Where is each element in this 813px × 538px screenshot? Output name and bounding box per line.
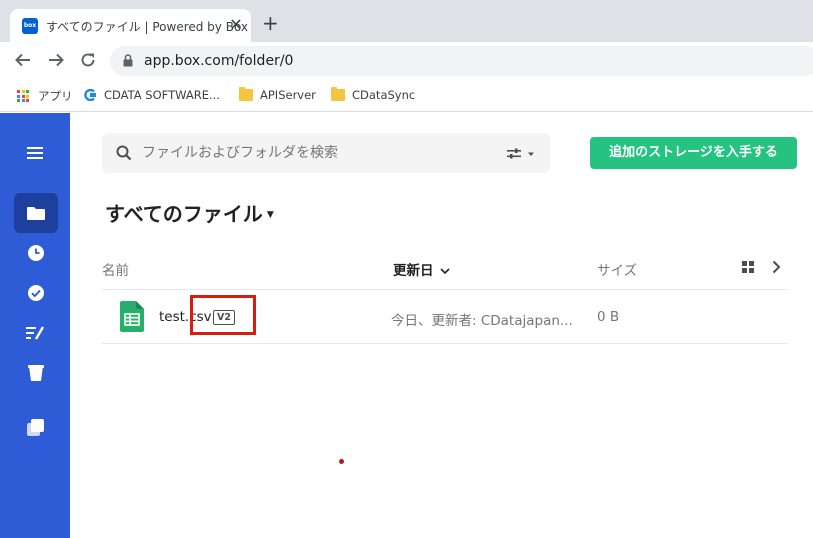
annotation-dot [339,459,344,464]
grid-view-icon[interactable] [742,261,754,277]
annotation-highlight-box [190,295,256,335]
main-content: 追加のストレージを入手する すべてのファイル ▼ 名前 更新日 サイズ test… [70,113,813,538]
menu-icon[interactable] [14,133,58,173]
folder-title[interactable]: すべてのファイル ▼ [105,198,274,227]
search-bar[interactable] [102,133,550,173]
sidebar [0,113,70,538]
synced-icon[interactable] [14,273,58,313]
file-updated: 今日、更新者: CDatajapan... [391,313,573,329]
chevron-right-icon[interactable] [771,260,781,278]
browser-tabstrip: box すべてのファイル | Powered by Box ✕ + [0,0,813,42]
spreadsheet-icon [120,301,144,332]
url-text: app.box.com/folder/0 [144,53,294,69]
apps-grid-icon [17,90,29,102]
folder-title-text: すべてのファイル [105,202,263,226]
bookmarks-bar: アプリ CDATA SOFTWARE... APIServer CDataSyn… [0,80,813,112]
chevron-down-icon: ▼ [266,210,274,220]
back-icon[interactable] [14,51,32,73]
box-favicon-icon: box [22,18,38,34]
collections-icon[interactable] [14,408,58,448]
filter-options-icon [507,148,534,159]
folder-icon [331,87,345,101]
address-bar[interactable]: app.box.com/folder/0 [110,46,813,76]
reload-icon[interactable] [79,51,97,73]
cdata-icon [84,89,96,101]
bookmark-label: アプリ [38,89,73,103]
browser-tab[interactable]: box すべてのファイル | Powered by Box ✕ [10,9,251,42]
bookmark-label: CDataSync [352,88,416,102]
forward-icon[interactable] [47,51,65,73]
recents-icon[interactable] [14,233,58,273]
search-input[interactable] [142,133,482,173]
bookmark-cdata[interactable]: CDATA SOFTWARE... [83,88,220,102]
search-icon [116,145,132,161]
all-files-icon[interactable] [14,193,58,233]
bookmark-cdatasync[interactable]: CDataSync [331,87,416,102]
file-size: 0 B [597,309,620,325]
bookmark-label: CDATA SOFTWARE... [104,88,220,102]
sort-descending-icon [440,268,450,275]
tab-close-icon[interactable]: ✕ [227,15,245,34]
bookmark-apps[interactable]: アプリ [17,88,73,104]
column-header-size[interactable]: サイズ [597,259,637,279]
lock-icon [123,54,133,67]
new-tab-button[interactable]: + [262,13,279,33]
get-more-storage-button[interactable]: 追加のストレージを入手する [590,137,797,169]
column-header-updated[interactable]: 更新日 [393,259,450,279]
tab-title: すべてのファイル | Powered by Box [46,20,249,34]
search-filter-button[interactable] [507,147,537,161]
trash-icon[interactable] [14,353,58,393]
folder-icon [239,87,253,101]
bookmark-label: APIServer [260,88,316,102]
column-header-name[interactable]: 名前 [102,259,129,279]
notes-icon[interactable] [14,313,58,353]
browser-toolbar: app.box.com/folder/0 [0,42,813,80]
column-header-updated-label: 更新日 [393,263,434,279]
bookmark-apiserver[interactable]: APIServer [239,87,316,102]
